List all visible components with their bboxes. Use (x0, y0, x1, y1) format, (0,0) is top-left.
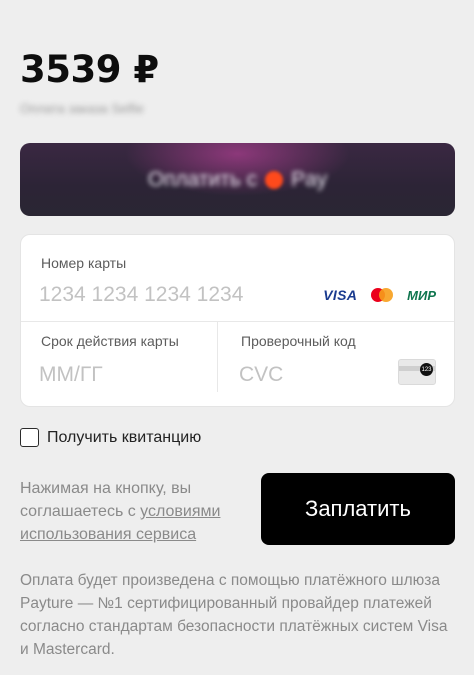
card-brand-logos: VISA МИР (323, 287, 436, 303)
expiry-label: Срок действия карты (41, 333, 179, 349)
wallet-pay-button[interactable]: Оплатить с Pay (20, 143, 455, 216)
divider-horizontal (21, 321, 454, 322)
card-number-label: Номер карты (41, 255, 127, 271)
wallet-brand-label: Pay (291, 167, 328, 191)
wallet-pay-label: Оплатить с (147, 167, 258, 191)
mastercard-logo-icon (371, 288, 394, 302)
terms-agreement: Нажимая на кнопку, вы соглашаетесь с усл… (20, 477, 242, 546)
cvc-input[interactable]: CVC (239, 363, 283, 387)
card-number-input[interactable]: 1234 1234 1234 1234 (39, 283, 243, 307)
mir-logo-icon: МИР (407, 287, 436, 303)
order-subtitle: Оплата заказа Selfie (20, 101, 144, 116)
card-form: Номер карты 1234 1234 1234 1234 VISA МИР… (20, 234, 455, 407)
divider-vertical (217, 321, 218, 392)
order-amount: 3539 ₽ (20, 48, 159, 91)
receipt-checkbox[interactable] (20, 428, 39, 447)
expiry-input[interactable]: ММ/ГГ (39, 363, 103, 387)
payment-gateway-note: Оплата будет произведена с помощью платё… (20, 572, 448, 658)
cvc-card-icon: 123 (398, 359, 436, 385)
cvc-badge: 123 (420, 363, 433, 376)
cvc-label: Проверочный код (241, 333, 356, 349)
receipt-option[interactable]: Получить квитанцию (20, 428, 201, 447)
visa-logo-icon: VISA (323, 287, 358, 303)
wallet-logo-icon (265, 170, 284, 189)
receipt-label: Получить квитанцию (47, 428, 202, 446)
pay-button[interactable]: Заплатить (261, 473, 455, 545)
